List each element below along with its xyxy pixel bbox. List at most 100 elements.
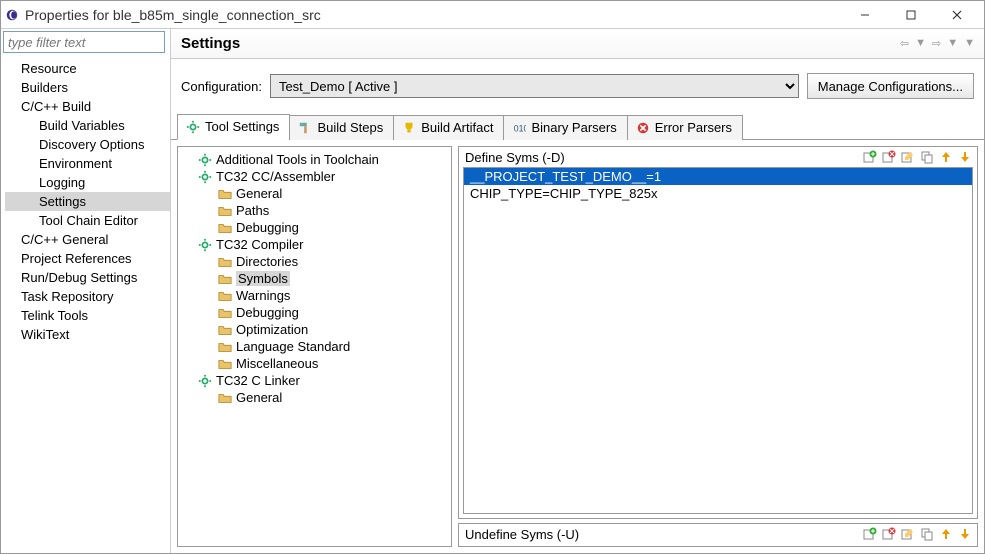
tool-tree-label: TC32 C Linker	[216, 373, 300, 388]
hammer-icon	[298, 121, 312, 135]
sidebar-item[interactable]: Builders	[5, 78, 170, 97]
sidebar-item[interactable]: Telink Tools	[5, 306, 170, 325]
window-title: Properties for ble_b85m_single_connectio…	[25, 7, 321, 23]
gear-icon	[186, 120, 200, 134]
tool-tree-label: General	[236, 390, 282, 405]
sidebar-item[interactable]: Project References	[5, 249, 170, 268]
undefine-syms-pane: Undefine Syms (-U)	[458, 523, 978, 547]
nav-menu-icon[interactable]: ▼	[963, 37, 976, 50]
tool-tree-label: General	[236, 186, 282, 201]
minimize-button[interactable]	[842, 1, 888, 29]
folder-icon	[218, 255, 232, 269]
copy-icon[interactable]	[919, 149, 935, 165]
folder-icon	[218, 357, 232, 371]
gear-icon	[198, 170, 212, 184]
define-syms-title: Define Syms (-D)	[465, 150, 565, 165]
tab-label: Build Artifact	[421, 120, 493, 135]
edit-icon[interactable]	[900, 149, 916, 165]
header-nav-arrows: ⇦ ▼ ⇨ ▼ ▼	[899, 37, 976, 50]
sidebar-item[interactable]: C/C++ General	[5, 230, 170, 249]
tool-tree-item[interactable]: TC32 C Linker	[178, 372, 451, 389]
sidebar-item[interactable]: WikiText	[5, 325, 170, 344]
sidebar-tree: ResourceBuildersC/C++ BuildBuild Variabl…	[1, 55, 170, 344]
tool-tree-label: TC32 CC/Assembler	[216, 169, 335, 184]
tool-tree-item[interactable]: Optimization	[178, 321, 451, 338]
maximize-button[interactable]	[888, 1, 934, 29]
sidebar-item[interactable]: Discovery Options	[5, 135, 170, 154]
sidebar-item[interactable]: Environment	[5, 154, 170, 173]
eclipse-icon	[5, 8, 19, 22]
tab-label: Error Parsers	[655, 120, 732, 135]
filter-input[interactable]	[3, 31, 165, 53]
nav-fwd-menu-icon[interactable]: ▼	[946, 37, 959, 50]
move-up-icon[interactable]	[938, 526, 954, 542]
folder-icon	[218, 340, 232, 354]
sidebar-item[interactable]: Settings	[5, 192, 170, 211]
tool-tree-item[interactable]: General	[178, 185, 451, 202]
tool-tree-item[interactable]: General	[178, 389, 451, 406]
folder-icon	[218, 272, 232, 286]
tab[interactable]: 010 Binary Parsers	[503, 115, 627, 140]
copy-icon[interactable]	[919, 526, 935, 542]
nav-back-menu-icon[interactable]: ▼	[914, 37, 927, 50]
tool-tree-label: Additional Tools in Toolchain	[216, 152, 379, 167]
manage-configurations-button[interactable]: Manage Configurations...	[807, 73, 974, 99]
undefine-syms-title: Undefine Syms (-U)	[465, 527, 579, 542]
tool-tree-item[interactable]: Paths	[178, 202, 451, 219]
tab[interactable]: Build Steps	[289, 115, 394, 140]
folder-icon	[218, 204, 232, 218]
tool-tree-label: Paths	[236, 203, 269, 218]
tool-tree-item[interactable]: Debugging	[178, 219, 451, 236]
nav-fwd-icon[interactable]: ⇨	[931, 37, 942, 50]
delete-icon[interactable]	[881, 149, 897, 165]
tool-tree-item[interactable]: Language Standard	[178, 338, 451, 355]
add-icon[interactable]	[862, 149, 878, 165]
tool-tree-item[interactable]: Symbols	[178, 270, 451, 287]
define-sym-row[interactable]: __PROJECT_TEST_DEMO__=1	[464, 168, 972, 185]
tool-tree-item[interactable]: Additional Tools in Toolchain	[178, 151, 451, 168]
tool-tree-label: TC32 Compiler	[216, 237, 303, 252]
gear-icon	[198, 238, 212, 252]
page-title: Settings	[181, 35, 240, 52]
sidebar-item[interactable]: Task Repository	[5, 287, 170, 306]
tab-label: Binary Parsers	[531, 120, 616, 135]
tab[interactable]: Error Parsers	[627, 115, 743, 140]
sidebar-item[interactable]: Run/Debug Settings	[5, 268, 170, 287]
delete-icon[interactable]	[881, 526, 897, 542]
sidebar-item[interactable]: Resource	[5, 59, 170, 78]
nav-back-icon[interactable]: ⇦	[899, 37, 910, 50]
tool-tree-label: Directories	[236, 254, 298, 269]
tool-tree-label: Symbols	[236, 271, 290, 286]
svg-text:010: 010	[514, 123, 526, 133]
sidebar-item[interactable]: Build Variables	[5, 116, 170, 135]
move-up-icon[interactable]	[938, 149, 954, 165]
tool-tree-item[interactable]: TC32 Compiler	[178, 236, 451, 253]
tab-label: Build Steps	[317, 120, 383, 135]
close-button[interactable]	[934, 1, 980, 29]
tool-tree-item[interactable]: Warnings	[178, 287, 451, 304]
define-sym-row[interactable]: CHIP_TYPE=CHIP_TYPE_825x	[464, 185, 972, 202]
configuration-select[interactable]: Test_Demo [ Active ]	[270, 74, 799, 98]
define-syms-list[interactable]: __PROJECT_TEST_DEMO__=1CHIP_TYPE=CHIP_TY…	[463, 167, 973, 514]
tool-tree-item[interactable]: Debugging	[178, 304, 451, 321]
tool-tree-label: Language Standard	[236, 339, 350, 354]
tab-label: Tool Settings	[205, 119, 279, 134]
tab[interactable]: Build Artifact	[393, 115, 504, 140]
tool-tree-item[interactable]: Miscellaneous	[178, 355, 451, 372]
move-down-icon[interactable]	[957, 149, 973, 165]
tool-tree-label: Miscellaneous	[236, 356, 318, 371]
tool-tree-item[interactable]: TC32 CC/Assembler	[178, 168, 451, 185]
tool-tree-item[interactable]: Directories	[178, 253, 451, 270]
tool-tree-label: Debugging	[236, 305, 299, 320]
sidebar-item[interactable]: Tool Chain Editor	[5, 211, 170, 230]
edit-icon[interactable]	[900, 526, 916, 542]
tool-tree-label: Optimization	[236, 322, 308, 337]
add-icon[interactable]	[862, 526, 878, 542]
move-down-icon[interactable]	[957, 526, 973, 542]
main-panel: Settings ⇦▼ ⇨▼ ▼ Configuration: Test_Dem…	[171, 29, 984, 553]
sidebar: ResourceBuildersC/C++ BuildBuild Variabl…	[1, 29, 171, 553]
sidebar-item[interactable]: Logging	[5, 173, 170, 192]
tab[interactable]: Tool Settings	[177, 114, 290, 140]
sidebar-item[interactable]: C/C++ Build	[5, 97, 170, 116]
folder-icon	[218, 391, 232, 405]
